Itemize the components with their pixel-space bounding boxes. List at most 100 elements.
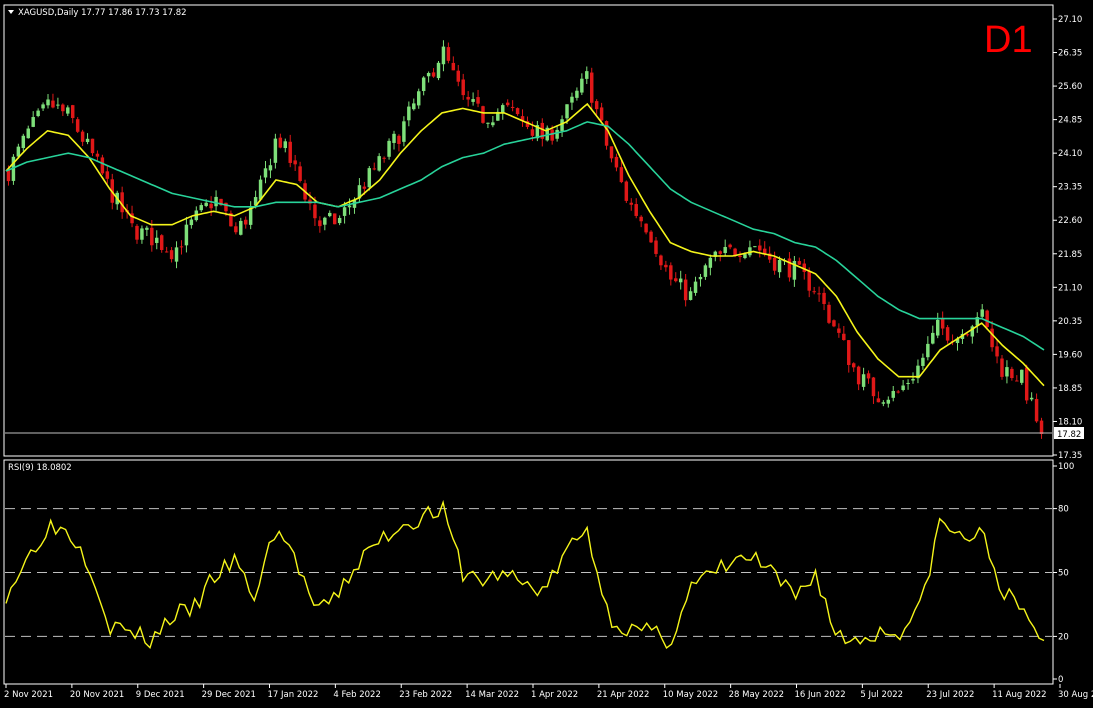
candle-body	[51, 100, 55, 108]
candle-body	[70, 105, 75, 119]
candle-body	[491, 122, 495, 126]
candle-body	[16, 146, 21, 157]
time-tick-label: 20 Nov 2021	[70, 690, 124, 700]
candle-body	[1005, 367, 1009, 377]
price-tick-label: 18.85	[1058, 384, 1082, 394]
candle-body	[481, 106, 485, 123]
time-tick-label: 11 Aug 2022	[992, 690, 1046, 700]
candle-body	[718, 251, 722, 254]
candle-body	[416, 91, 421, 106]
candle-body	[669, 265, 673, 280]
candle-body	[318, 220, 322, 227]
candle-body	[209, 203, 213, 209]
rsi-tick-label: 80	[1058, 505, 1069, 515]
rsi-tick-label: 20	[1058, 632, 1069, 642]
price-tick-label: 26.35	[1058, 49, 1082, 59]
price-tick-label: 19.60	[1058, 350, 1082, 360]
candle-body	[515, 108, 520, 115]
candle-body	[1000, 358, 1004, 377]
candle-body	[580, 78, 584, 93]
candle-body	[570, 96, 574, 103]
candle-body	[1020, 369, 1024, 383]
candle-body	[155, 237, 159, 243]
candle-body	[95, 153, 100, 157]
price-tick-label: 25.60	[1058, 82, 1082, 92]
rsi-tick-label: 50	[1058, 569, 1069, 579]
candle-body	[935, 319, 940, 336]
candle-body	[847, 340, 851, 365]
candle-body	[446, 47, 451, 61]
candle-body	[753, 246, 757, 248]
candle-body	[812, 291, 816, 293]
candle-body	[906, 382, 910, 384]
candle-body	[61, 104, 65, 112]
rsi-tick-label: 0	[1058, 675, 1063, 685]
candle-body	[199, 205, 203, 211]
candle-body	[80, 131, 85, 142]
candle-body	[268, 165, 273, 171]
candle-body	[723, 247, 727, 254]
price-tick-label: 17.35	[1058, 451, 1082, 461]
candle-body	[273, 138, 278, 163]
candle-body	[550, 129, 554, 141]
candle-body	[328, 212, 332, 217]
candle-body	[772, 257, 777, 271]
candle-body	[372, 168, 376, 170]
price-tick-label: 24.10	[1058, 149, 1082, 159]
candle-body	[263, 168, 268, 178]
candle-body	[402, 121, 406, 142]
candle-body	[26, 128, 30, 139]
candle-body	[332, 213, 337, 225]
price-tick-label: 24.85	[1058, 116, 1082, 126]
candle-body	[100, 157, 105, 174]
candle-body	[911, 378, 915, 381]
time-tick-label: 1 Apr 2022	[531, 690, 578, 700]
candle-body	[619, 167, 624, 183]
candle-body	[1034, 398, 1039, 422]
time-tick-label: 29 Dec 2021	[202, 690, 256, 700]
candle-body	[654, 240, 658, 254]
candle-body	[876, 398, 881, 403]
candle-body	[624, 181, 629, 201]
candle-body	[436, 62, 441, 79]
candle-body	[649, 231, 653, 243]
candle-body	[347, 205, 352, 208]
candle-body	[777, 259, 782, 273]
timeframe-badge: D1	[984, 19, 1033, 61]
time-tick-label: 28 May 2022	[729, 690, 784, 700]
candle-body	[367, 168, 372, 188]
candle-body	[501, 105, 505, 113]
candle-body	[871, 377, 876, 397]
candle-body	[693, 281, 698, 293]
time-tick-label: 30 Aug 2022	[1058, 690, 1093, 700]
price-tick-label: 23.35	[1058, 183, 1082, 193]
candle-body	[283, 141, 288, 149]
candle-body	[614, 156, 619, 168]
candle-body	[683, 279, 688, 301]
candle-body	[1024, 367, 1029, 401]
candle-body	[46, 99, 50, 106]
candle-body	[31, 117, 35, 127]
candle-body	[476, 97, 480, 104]
candle-body	[243, 219, 248, 225]
candle-body	[807, 271, 811, 291]
candle-body	[184, 224, 189, 246]
candle-body	[589, 72, 594, 103]
candle-body	[921, 357, 925, 366]
candle-body	[164, 251, 169, 253]
candle-body	[179, 246, 184, 248]
candle-body	[703, 265, 708, 277]
candle-body	[362, 186, 367, 189]
time-tick-label: 9 Dec 2021	[136, 690, 185, 700]
candle-body	[145, 227, 149, 230]
candle-body	[140, 228, 144, 240]
candle-body	[313, 204, 317, 219]
candle-body	[965, 334, 970, 336]
rsi-label: RSI(9) 18.0802	[8, 463, 72, 473]
candle-body	[851, 363, 856, 368]
candle-body	[90, 138, 95, 154]
candle-body	[980, 309, 984, 317]
candle-body	[604, 121, 609, 146]
candle-body	[985, 310, 989, 328]
candle-body	[678, 278, 683, 283]
